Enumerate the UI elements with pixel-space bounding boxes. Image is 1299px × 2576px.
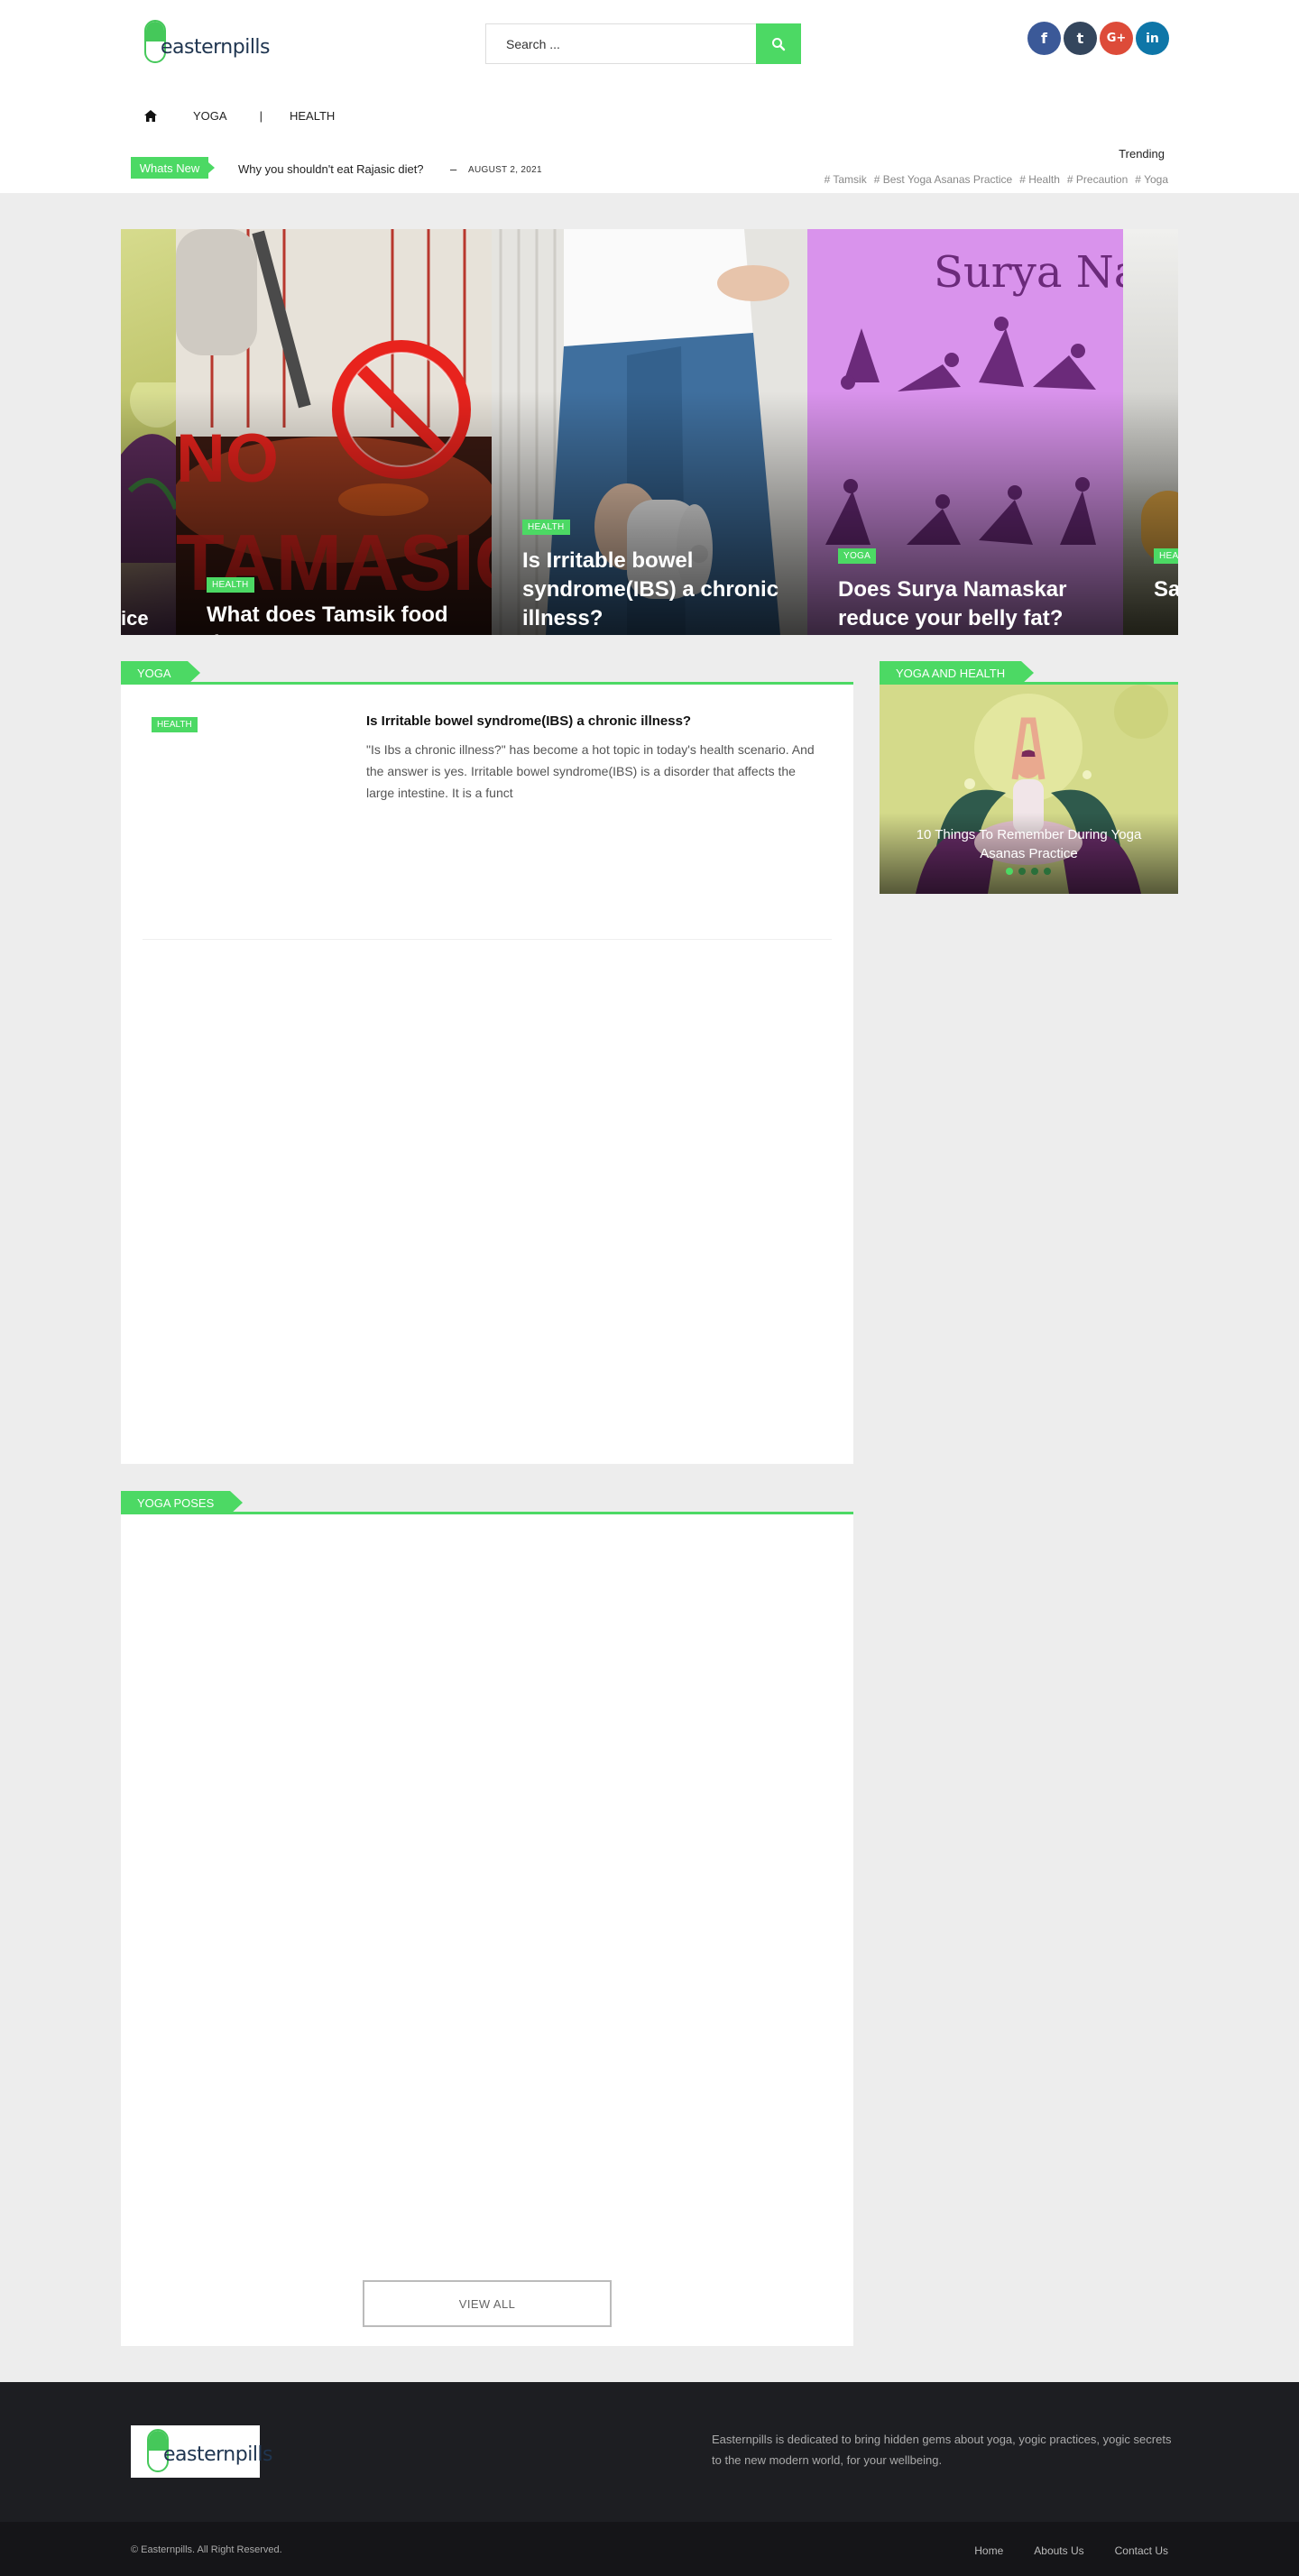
carousel-slide[interactable]: ice xyxy=(121,229,176,635)
footer-link-about[interactable]: Abouts Us xyxy=(1034,2544,1083,2557)
search-icon xyxy=(772,37,786,51)
footer-bottom-bar: © Easternpills. All Right Reserved. Home… xyxy=(0,2522,1299,2576)
google-plus-icon[interactable]: G+ xyxy=(1100,22,1133,55)
slide-title[interactable]: What does Tamsik food do? xyxy=(207,601,492,635)
home-icon[interactable] xyxy=(144,109,157,122)
slider-card-title[interactable]: 10 Things To Remember During Yoga Asanas… xyxy=(898,825,1160,863)
whats-new-badge: Whats New xyxy=(131,157,215,179)
site-logo[interactable]: easternpills xyxy=(144,20,271,65)
yoga-section: YOGA HEALTH Is Irritable bowel syndrome(… xyxy=(121,661,853,1464)
slider-dot-active[interactable] xyxy=(1006,868,1013,875)
nav-separator: | xyxy=(259,108,263,123)
search-input[interactable] xyxy=(486,24,757,63)
ticker-separator: – xyxy=(450,162,457,176)
slide-title[interactable]: Sa Im xyxy=(1154,575,1178,604)
slide-title[interactable]: Is Irritable bowel syndrome(IBS) a chron… xyxy=(522,547,784,633)
tumblr-icon[interactable]: t xyxy=(1064,22,1097,55)
post-category-badge[interactable]: HEALTH xyxy=(152,717,198,732)
site-header: easternpills f t G+ in YOGA | HEALTH Wha… xyxy=(0,0,1299,193)
yoga-and-health-widget: YOGA AND HEALTH 10 Things To Remember Du… xyxy=(880,661,1178,894)
slide-image-text: Surya Nam xyxy=(934,247,1123,298)
linkedin-icon[interactable]: in xyxy=(1136,22,1169,55)
slide-category-badge[interactable]: HEA xyxy=(1154,548,1178,564)
post-title[interactable]: Is Irritable bowel syndrome(IBS) a chron… xyxy=(366,713,691,729)
view-all-button[interactable]: VIEW ALL xyxy=(363,2280,612,2327)
section-header: YOGA xyxy=(121,661,853,685)
carousel-slide[interactable]: NO TAMASIC HEALTH What does Tamsik food … xyxy=(176,229,492,635)
footer-link-contact[interactable]: Contact Us xyxy=(1115,2544,1168,2557)
ticker-date: AUGUST 2, 2021 xyxy=(468,165,542,175)
slider-dot[interactable] xyxy=(1044,868,1051,875)
nav-item-yoga[interactable]: YOGA xyxy=(193,109,227,123)
slider-dot[interactable] xyxy=(1031,868,1038,875)
facebook-icon[interactable]: f xyxy=(1027,22,1061,55)
trending-tag[interactable]: # Best Yoga Asanas Practice xyxy=(874,173,1012,186)
footer-about-text: Easternpills is dedicated to bring hidde… xyxy=(712,2433,1172,2467)
footer-links: Home Abouts Us Contact Us xyxy=(944,2544,1168,2557)
logo-text: easternpills xyxy=(161,36,271,59)
trending-tag[interactable]: # Tamsik xyxy=(825,173,867,186)
nav-item-health[interactable]: HEALTH xyxy=(290,109,335,123)
featured-carousel[interactable]: ice NO TAMASIC HEALTH What does Tamsik f… xyxy=(121,229,1178,635)
slide-category-badge[interactable]: HEALTH xyxy=(207,577,254,593)
copyright-text: © Easternpills. All Right Reserved. xyxy=(131,2544,282,2555)
trending-tag[interactable]: # Precaution xyxy=(1067,173,1128,186)
sidebar-slider-card[interactable]: 10 Things To Remember During Yoga Asanas… xyxy=(880,685,1178,894)
footer-link-home[interactable]: Home xyxy=(974,2544,1003,2557)
carousel-slide[interactable]: Surya Nam YOGA Does Surya Namaskar reduc… xyxy=(807,229,1123,635)
trending-tag[interactable]: # Yoga xyxy=(1135,173,1168,186)
footer-logo[interactable]: easternpills xyxy=(131,2425,273,2478)
search-form xyxy=(485,23,801,64)
yoga-poses-section: YOGA POSES VIEW ALL xyxy=(121,1491,853,2346)
carousel-slide[interactable]: HEA Sa Im xyxy=(1123,229,1178,635)
search-button[interactable] xyxy=(756,23,801,64)
section-header: YOGA POSES xyxy=(121,1491,853,1514)
section-title[interactable]: YOGA POSES xyxy=(121,1491,244,1514)
section-title[interactable]: YOGA xyxy=(121,661,200,685)
trending-label: Trending xyxy=(1119,147,1165,161)
trending-tags: # Tamsik # Best Yoga Asanas Practice # H… xyxy=(817,173,1168,186)
slide-category-badge[interactable]: HEALTH xyxy=(522,520,570,535)
divider xyxy=(143,939,832,940)
main-nav: YOGA | HEALTH xyxy=(144,105,335,126)
logo-text: easternpills xyxy=(163,2443,273,2466)
carousel-slide[interactable]: HEALTH Is Irritable bowel syndrome(IBS) … xyxy=(492,229,807,635)
section-header: YOGA AND HEALTH xyxy=(880,661,1178,685)
section-title[interactable]: YOGA AND HEALTH xyxy=(880,661,1035,685)
trending-tag[interactable]: # Health xyxy=(1019,173,1060,186)
slide-title[interactable]: ice xyxy=(121,606,149,631)
slide-title[interactable]: Does Surya Namaskar reduce your belly fa… xyxy=(838,575,1100,633)
ticker-headline[interactable]: Why you shouldn't eat Rajasic diet? xyxy=(238,162,424,176)
slide-category-badge[interactable]: YOGA xyxy=(838,548,877,564)
post-excerpt: "Is Ibs a chronic illness?" has become a… xyxy=(366,742,815,800)
slider-dot[interactable] xyxy=(1018,868,1026,875)
site-footer: easternpills Easternpills is dedicated t… xyxy=(0,2382,1299,2522)
